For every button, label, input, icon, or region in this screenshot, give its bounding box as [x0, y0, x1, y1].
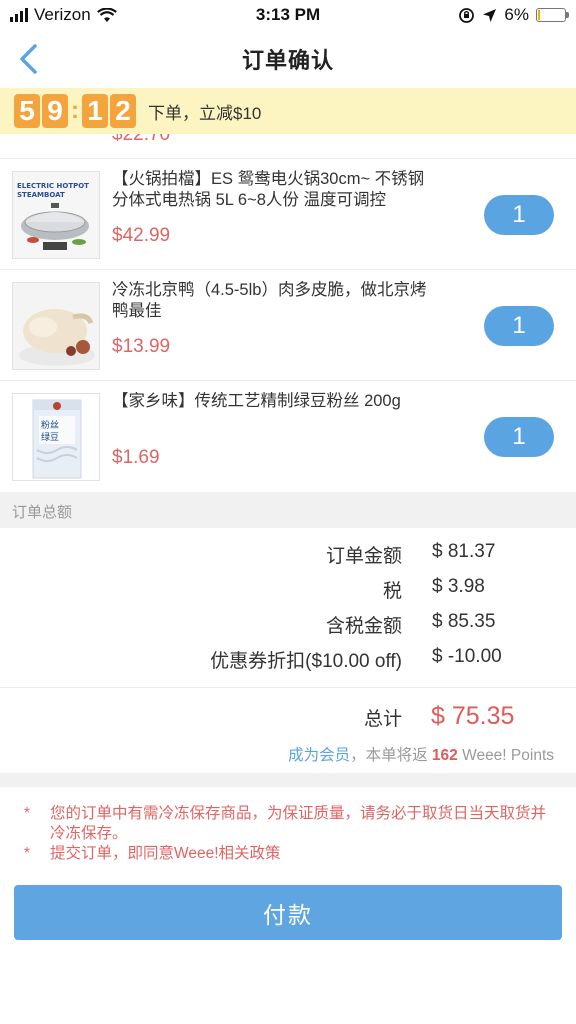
points-unit: Weee! Points	[462, 747, 554, 764]
quantity-badge[interactable]: 1	[484, 306, 554, 346]
item-name: 【火锅拍檔】ES 鸳鸯电火锅30cm~ 不锈钢分体式电热锅 5L 6~8人份 温…	[112, 170, 425, 209]
divider	[0, 687, 576, 688]
summary-value: $ 81.37	[432, 541, 496, 562]
item-price: $1.69	[112, 447, 160, 468]
countdown-digit: 5	[14, 94, 40, 128]
countdown-digit: 2	[110, 94, 136, 128]
section-header: 订单总额	[0, 492, 576, 528]
summary-value: $ 3.98	[432, 576, 485, 597]
become-member-link[interactable]: 成为会员	[288, 747, 350, 764]
frozen-notice: * 您的订单中有需冷冻保存商品，为保证质量，请务必于取货日当天取货并冷冻保存。	[24, 804, 554, 846]
list-item[interactable]: ELECTRIC HOTPOT STEAMBOAT 【火锅拍檔】ES 鸳鸯电火锅…	[0, 158, 576, 269]
page-title: 订单确认	[241, 48, 334, 73]
membership-text: ，本单将返	[350, 747, 428, 764]
asterisk: *	[24, 845, 31, 862]
image-label: ELECTRIC HOTPOT	[17, 182, 89, 190]
countdown-digit: 1	[82, 94, 108, 128]
navigation-bar: 订单确认	[0, 30, 576, 88]
summary-value: $ 85.35	[432, 611, 496, 632]
asterisk: *	[24, 805, 31, 822]
signal-icon	[10, 8, 28, 22]
grand-total-value: $ 75.35	[431, 702, 515, 730]
quantity-badge[interactable]: 1	[484, 417, 554, 457]
vermicelli-image: 粉丝 绿豆	[13, 394, 99, 480]
countdown-digit: 9	[42, 94, 68, 128]
product-image	[12, 282, 100, 370]
notice-text: 您的订单中有需冷冻保存商品，为保证质量，请务必于取货日当天取货并冷冻保存。	[50, 805, 547, 842]
wifi-icon	[96, 7, 117, 22]
image-label: 绿豆	[41, 431, 59, 443]
status-bar: Verizon 3:13 PM 6%	[0, 0, 576, 30]
item-price: $42.99	[112, 225, 171, 246]
promo-banner: 59:12 下单，立减$10	[0, 88, 576, 134]
pay-button[interactable]: 付款	[14, 885, 562, 940]
summary-row: 优惠券折扣($10.00 off) $ -10.00	[0, 646, 576, 680]
hotpot-image: ELECTRIC HOTPOT STEAMBOAT	[13, 172, 99, 258]
image-label: 粉丝	[41, 419, 59, 431]
summary-row: 税 $ 3.98	[0, 576, 576, 610]
product-image: ELECTRIC HOTPOT STEAMBOAT	[12, 171, 100, 259]
summary-label: 税	[382, 581, 402, 602]
grand-total-label: 总计	[363, 709, 402, 730]
summary-row: 含税金额 $ 85.35	[0, 611, 576, 645]
status-left: Verizon	[10, 5, 117, 25]
list-item[interactable]: 冷冻北京鸭（4.5-5lb）肉多皮脆，做北京烤鸭最佳 $13.99 1	[0, 269, 576, 380]
orientation-lock-icon	[459, 7, 475, 23]
chevron-left-icon	[20, 44, 37, 74]
promo-text: 下单，立减$10	[148, 103, 262, 123]
location-arrow-icon	[483, 8, 497, 22]
status-right: 6%	[458, 5, 569, 25]
summary-label: 含税金额	[325, 616, 402, 637]
membership-line: 成为会员，本单将返 162 Weee! Points	[288, 743, 554, 765]
duck-image	[13, 283, 99, 369]
carrier-label: Verizon	[34, 5, 91, 24]
product-image: 粉丝 绿豆	[12, 393, 100, 481]
item-price: $13.99	[112, 336, 171, 357]
item-name: 【家乡味】传统工艺精制绿豆粉丝 200g	[112, 392, 401, 410]
summary-label: 优惠券折扣($10.00 off)	[210, 651, 402, 672]
back-button[interactable]	[10, 40, 46, 78]
points-value: 162	[431, 747, 458, 764]
summary-label: 订单金额	[325, 546, 402, 567]
policy-notice: * 提交订单，即同意Weee!相关政策	[24, 844, 554, 866]
notice-text[interactable]: 提交订单，即同意Weee!相关政策	[50, 844, 281, 864]
quantity-badge[interactable]: 1	[484, 195, 554, 235]
section-separator	[0, 773, 576, 787]
summary-row: 订单金额 $ 81.37	[0, 541, 576, 575]
summary-value: $ -10.00	[432, 646, 502, 667]
image-label: STEAMBOAT	[17, 191, 65, 199]
battery-percent: 6%	[504, 5, 529, 24]
countdown-separator: :	[71, 97, 79, 124]
item-name: 冷冻北京鸭（4.5-5lb）肉多皮脆，做北京烤鸭最佳	[112, 281, 427, 320]
battery-icon	[536, 8, 569, 22]
list-item[interactable]: 粉丝 绿豆 【家乡味】传统工艺精制绿豆粉丝 200g $1.69 1	[0, 380, 576, 492]
